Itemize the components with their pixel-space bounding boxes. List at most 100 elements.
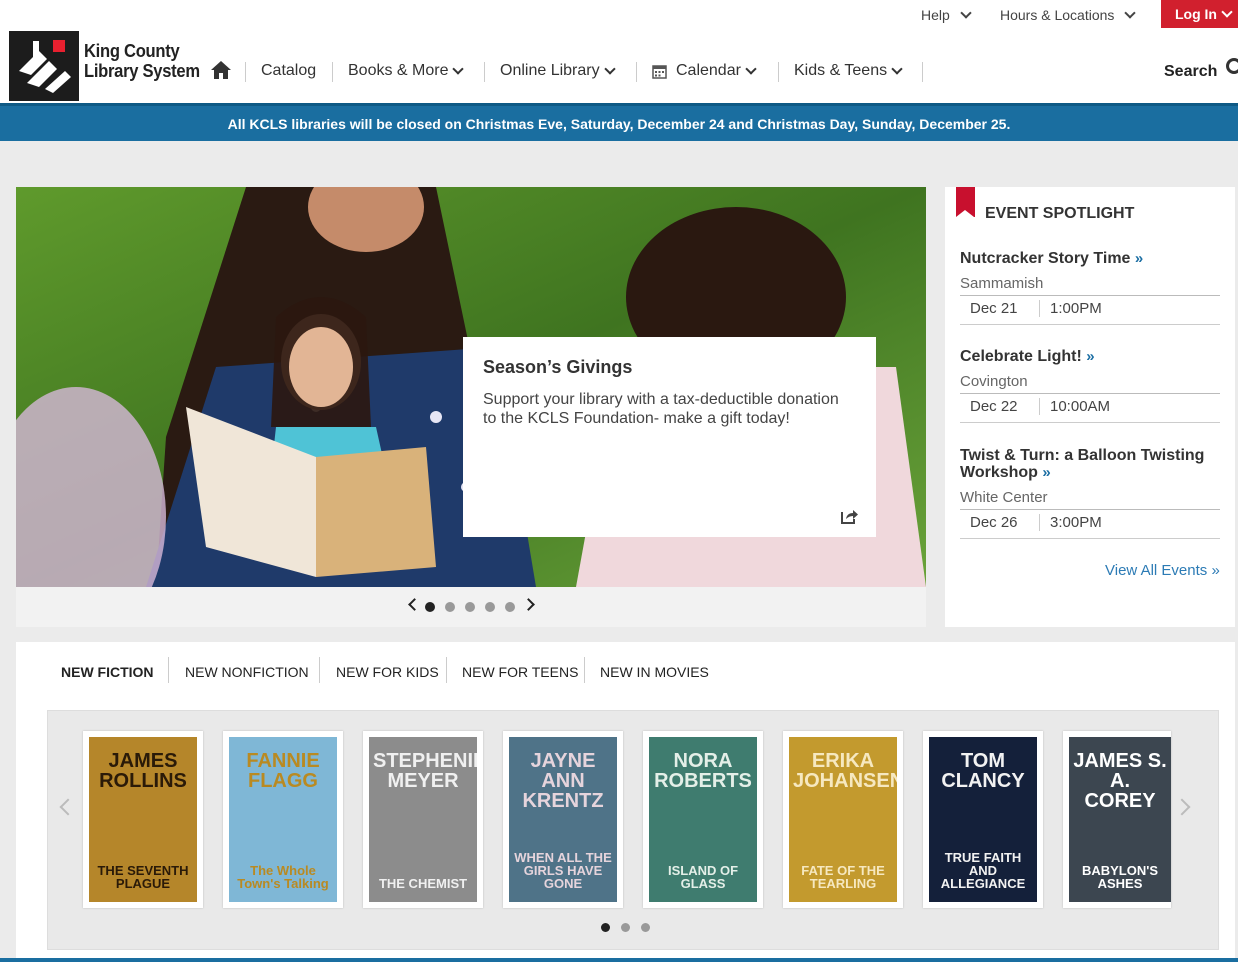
chevron-down-icon: [452, 63, 465, 75]
event-item: Twist & Turn: a Balloon Twisting Worksho…: [960, 447, 1220, 539]
main-header: King County Library System Catalog Books …: [0, 28, 1238, 103]
event-location: White Center: [960, 489, 1220, 510]
event-spotlight: EVENT SPOTLIGHT Nutcracker Story Time » …: [945, 187, 1235, 627]
nav-divider: [245, 62, 246, 82]
hours-label: Hours & Locations: [1000, 7, 1115, 23]
event-location: Covington: [960, 373, 1220, 394]
book-author: TOM CLANCY: [941, 750, 1025, 792]
event-location: Sammamish: [960, 275, 1220, 296]
tab-divider: [446, 657, 447, 683]
book-cover-art: JAMES ROLLINS THE SEVENTH PLAGUE: [89, 737, 197, 902]
nav-divider: [636, 62, 637, 82]
book-cover-art: JAMES S. A. COREY BABYLON'S ASHES: [1069, 737, 1171, 902]
share-icon[interactable]: [840, 508, 858, 529]
double-chevron-right-icon: »: [1042, 464, 1051, 481]
event-spotlight-heading: EVENT SPOTLIGHT: [985, 205, 1135, 222]
event-title-link[interactable]: Celebrate Light! »: [960, 348, 1220, 365]
book-title: WHEN ALL THE GIRLS HAVE GONE: [514, 850, 612, 891]
book-cover-art: ERIKA JOHANSEN FATE OF THE TEARLING: [789, 737, 897, 902]
help-menu[interactable]: Help: [921, 7, 974, 23]
book-cover[interactable]: NORA ROBERTS ISLAND OF GLASS: [643, 731, 763, 908]
book-cover[interactable]: JAMES ROLLINS THE SEVENTH PLAGUE: [83, 731, 203, 908]
chevron-down-icon: [745, 63, 757, 75]
book-cover-art: TOM CLANCY TRUE FAITH AND ALLEGIANCE: [929, 737, 1037, 902]
hero-dot-5[interactable]: [505, 602, 515, 612]
event-title-link[interactable]: Twist & Turn: a Balloon Twisting Worksho…: [960, 447, 1220, 481]
book-cover-art: FANNIE FLAGG The Whole Town's Talking: [229, 737, 337, 902]
event-title-link[interactable]: Nutcracker Story Time »: [960, 250, 1220, 267]
nav-online-library[interactable]: Online Library: [500, 62, 618, 80]
chevron-left-icon[interactable]: [408, 598, 421, 611]
book-carousel: JAMES ROLLINS THE SEVENTH PLAGUE FANNIE FL…: [47, 710, 1219, 950]
tab-new-in-movies[interactable]: NEW IN MOVIES: [600, 664, 709, 680]
book-title: TRUE FAITH AND ALLEGIANCE: [940, 850, 1026, 891]
carousel-dot-1[interactable]: [601, 923, 610, 932]
carousel-dot-2[interactable]: [621, 923, 630, 932]
closure-banner: All KCLS libraries will be closed on Chr…: [0, 103, 1238, 141]
nav-catalog[interactable]: Catalog: [261, 62, 316, 80]
chevron-down-icon: [960, 7, 972, 19]
hero-caption[interactable]: Season’s Givings Support your library wi…: [463, 337, 876, 537]
home-icon[interactable]: [210, 60, 232, 85]
carousel-dot-3[interactable]: [641, 923, 650, 932]
event-time: 10:00AM: [1050, 398, 1111, 415]
nav-divider: [778, 62, 779, 82]
book-cover[interactable]: ERIKA JOHANSEN FATE OF THE TEARLING: [783, 731, 903, 908]
hero-dot-4[interactable]: [485, 602, 495, 612]
bookmark-icon: [956, 187, 975, 217]
tab-new-fiction[interactable]: NEW FICTION: [61, 664, 154, 680]
chevron-down-icon: [603, 63, 616, 75]
new-items-section: NEW FICTION NEW NONFICTION NEW FOR KIDS …: [16, 642, 1235, 962]
nav-books-label: Books & More: [348, 62, 449, 79]
nav-divider: [484, 62, 485, 82]
book-cover[interactable]: FANNIE FLAGG The Whole Town's Talking: [223, 731, 343, 908]
book-cover[interactable]: TOM CLANCY TRUE FAITH AND ALLEGIANCE: [923, 731, 1043, 908]
book-author: JAMES S. A. COREY: [1073, 750, 1167, 812]
event-date: Dec 21: [960, 300, 1040, 317]
book-title: FATE OF THE TEARLING: [801, 863, 885, 891]
nav-calendar-label: Calendar: [676, 62, 741, 79]
hero-dot-2[interactable]: [445, 602, 455, 612]
help-label: Help: [921, 7, 950, 23]
event-title: Twist & Turn: a Balloon Twisting Worksho…: [960, 447, 1205, 481]
event-datetime: Dec 26 3:00PM: [960, 514, 1220, 539]
book-author: ERIKA JOHANSEN: [793, 750, 897, 792]
event-date: Dec 26: [960, 514, 1040, 531]
hero-dot-1[interactable]: [425, 602, 435, 612]
tab-new-for-teens[interactable]: NEW FOR TEENS: [462, 664, 578, 680]
nav-online-label: Online Library: [500, 62, 600, 79]
book-cover[interactable]: JAMES S. A. COREY BABYLON'S ASHES: [1063, 731, 1171, 908]
library-name[interactable]: King County Library System: [84, 41, 200, 81]
chevron-right-icon[interactable]: [1173, 798, 1191, 816]
tab-divider: [319, 657, 320, 683]
book-title: The Whole Town's Talking: [237, 863, 329, 891]
book-cover[interactable]: STEPHENIE MEYER THE CHEMIST: [363, 731, 483, 908]
book-author: STEPHENIE MEYER: [373, 750, 477, 792]
hero-pager: [16, 587, 926, 627]
tab-divider: [584, 657, 585, 683]
nav-kids-teens[interactable]: Kids & Teens: [794, 62, 905, 80]
nav-kids-label: Kids & Teens: [794, 62, 888, 79]
event-item: Celebrate Light! » Covington Dec 22 10:00…: [960, 348, 1220, 423]
hero-dot-3[interactable]: [465, 602, 475, 612]
nav-books-more[interactable]: Books & More: [348, 62, 466, 80]
book-title: THE SEVENTH PLAGUE: [97, 863, 189, 891]
event-datetime: Dec 21 1:00PM: [960, 300, 1220, 325]
hours-locations-menu[interactable]: Hours & Locations: [1000, 7, 1138, 23]
nav-divider: [332, 62, 333, 82]
tab-divider: [168, 657, 169, 683]
utility-bar: Help Hours & Locations Log In: [0, 0, 1238, 30]
search-link[interactable]: Search: [1164, 63, 1217, 81]
login-button[interactable]: Log In: [1161, 0, 1238, 28]
chevron-left-icon[interactable]: [59, 798, 77, 816]
kcls-logo-icon[interactable]: [9, 31, 79, 101]
hero-body: Support your library with a tax-deductib…: [483, 391, 839, 427]
double-chevron-right-icon: »: [1134, 250, 1144, 267]
chevron-right-icon[interactable]: [522, 598, 535, 611]
tab-new-for-kids[interactable]: NEW FOR KIDS: [336, 664, 439, 680]
search-icon[interactable]: [1226, 58, 1238, 74]
view-all-events-link[interactable]: View All Events »: [1105, 562, 1220, 579]
nav-calendar[interactable]: Calendar: [652, 62, 759, 80]
tab-new-nonfiction[interactable]: NEW NONFICTION: [185, 664, 309, 680]
book-cover[interactable]: JAYNE ANN KRENTZ WHEN ALL THE GIRLS HAVE …: [503, 731, 623, 908]
